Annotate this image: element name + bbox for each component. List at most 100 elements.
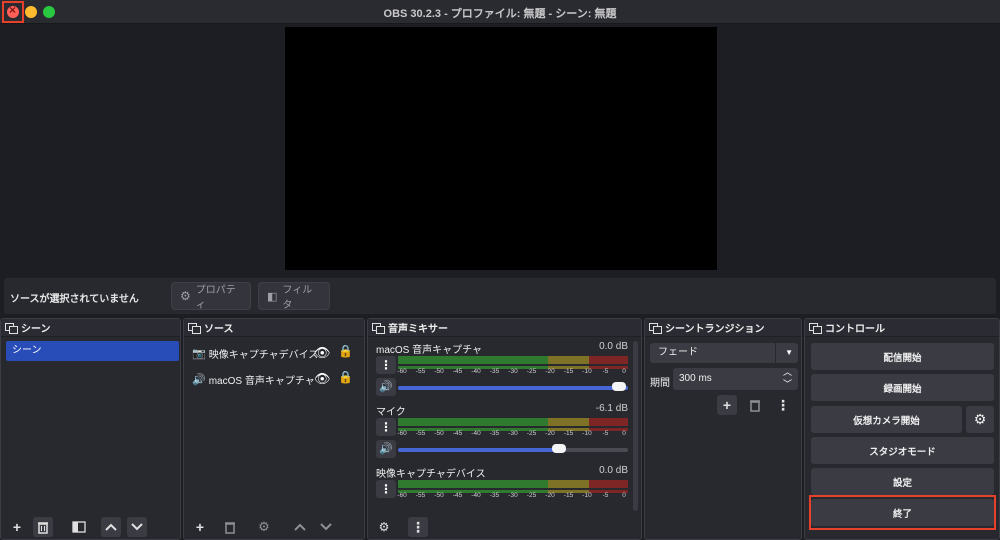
source-properties-button[interactable]: ⚙ [254, 517, 274, 537]
move-source-up-button[interactable] [290, 517, 310, 537]
meter-scale-label: -20 [545, 368, 555, 375]
transitions-toolbar: + ⋮ [717, 395, 793, 415]
meter-scale-label: -25 [526, 368, 537, 375]
start-streaming-button[interactable]: 配信開始 [811, 343, 994, 370]
context-bar: ソースが選択されていません ⚙ プロパティ ◧ フィルタ [4, 278, 996, 314]
filter-icon: ◧ [267, 290, 278, 303]
chevron-up-icon [105, 523, 117, 531]
meter-scale-label: -60 [397, 430, 407, 437]
channel-name: 映像キャプチャデバイス [376, 469, 486, 480]
channel-db-readout: 0.0 dB [599, 341, 628, 352]
mute-button[interactable]: 🔊 [376, 378, 396, 396]
channel-menu-button[interactable]: ⋮ [376, 356, 396, 374]
studio-mode-button[interactable]: スタジオモード [811, 437, 994, 464]
mixer-scrollbar[interactable] [633, 341, 638, 511]
source-item-video-capture[interactable]: 📷 映像キャプチャデバイス 👁 🔒 [192, 343, 353, 363]
volume-meter [398, 418, 628, 426]
meter-scale-label: -35 [489, 368, 500, 375]
move-scene-up-button[interactable] [101, 517, 121, 537]
filters-button[interactable]: ◧ フィルタ [258, 282, 330, 311]
meter-scale-label: -10 [582, 368, 592, 375]
meter-scale-label: -40 [471, 430, 481, 437]
speaker-icon: 🔊 [192, 373, 206, 386]
start-virtual-camera-button[interactable]: 仮想カメラ開始 [811, 406, 962, 433]
add-source-button[interactable]: + [190, 517, 210, 537]
properties-button[interactable]: ⚙ プロパティ [171, 282, 251, 311]
trash-icon [750, 399, 760, 412]
settings-button[interactable]: 設定 [811, 468, 994, 495]
meter-scale-label: -55 [415, 368, 426, 375]
chevron-down-icon: ▼ [785, 348, 793, 357]
add-scene-button[interactable]: + [7, 517, 27, 537]
dock-float-icon[interactable] [809, 322, 822, 334]
meter-scale-label: -35 [489, 430, 500, 437]
meter-scale-label: -15 [563, 430, 574, 437]
meter-scale-label: -50 [434, 492, 444, 499]
controls-dock-header: コントロール [805, 319, 999, 337]
source-item-macos-audio[interactable]: 🔊 macOS 音声キャプチャ 👁 🔒 [192, 369, 353, 389]
controls-dock: コントロール 配信開始 録画開始 仮想カメラ開始 ⚙ スタジオモード 設定 終了 [804, 318, 1000, 540]
meter-scale-label: -25 [526, 430, 537, 437]
scenes-dock: シーン シーン + [0, 318, 181, 540]
remove-source-button[interactable] [220, 517, 240, 537]
meter-scale-label: -10 [582, 430, 592, 437]
channel-name: マイク [376, 407, 406, 418]
dock-float-icon[interactable] [372, 322, 385, 334]
dock-float-icon[interactable] [188, 322, 201, 334]
scene-list-item[interactable]: シーン [6, 341, 179, 361]
dock-float-icon[interactable] [649, 322, 662, 334]
sources-dock: ソース 📷 映像キャプチャデバイス 👁 🔒 🔊 macOS 音声キャプチャ 👁 … [183, 318, 365, 540]
mixer-menu-button[interactable]: ⋮ [408, 517, 428, 537]
no-selection-label: ソースが選択されていません [10, 294, 139, 305]
title-bar: OBS 30.2.3 - プロファイル: 無題 - シーン: 無題 [0, 0, 1000, 24]
move-scene-down-button[interactable] [127, 517, 147, 537]
mixer-channel: マイク -6.1 dB ⋮ -60 -55 -50 -45 -40 -35 -30 -25 -2… [372, 403, 630, 465]
chevron-up-icon [294, 523, 306, 531]
meter-scale-label: -30 [508, 430, 518, 437]
spinner-arrows-icon[interactable]: ︿ ﹀ [783, 366, 792, 390]
transition-selected: フェード [658, 347, 698, 358]
scenes-title: シーン [21, 324, 51, 335]
speaker-icon: 🔊 [379, 443, 393, 455]
dock-float-icon[interactable] [5, 322, 18, 334]
volume-slider[interactable] [398, 382, 628, 391]
preview-canvas[interactable] [285, 27, 717, 270]
duration-input[interactable]: 300 ms ︿ ﹀ [673, 366, 798, 390]
channel-menu-button[interactable]: ⋮ [376, 418, 396, 436]
chevron-down-icon [131, 523, 143, 531]
volume-slider[interactable] [398, 444, 628, 453]
virtual-camera-settings-button[interactable]: ⚙ [966, 406, 994, 433]
channel-menu-button[interactable]: ⋮ [376, 480, 396, 498]
add-transition-button[interactable]: + [717, 395, 737, 415]
plus-icon: + [195, 519, 205, 535]
start-recording-button[interactable]: 録画開始 [811, 374, 994, 401]
meter-scale: -60 -55 -50 -45 -40 -35 -30 -25 -20 -15 -10 -5 0 [397, 368, 628, 378]
visibility-eye-icon[interactable]: 👁 [314, 371, 331, 387]
transition-menu-button[interactable]: ⋮ [773, 395, 793, 415]
meter-scale-label: -45 [452, 430, 463, 437]
meter-scale-label: -5 [602, 368, 609, 375]
transitions-dock-header: シーントランジション [645, 319, 801, 337]
transition-select[interactable]: フェード ▼ [650, 343, 798, 363]
volume-slider-handle[interactable] [552, 444, 567, 453]
remove-scene-button[interactable] [33, 517, 53, 537]
meter-scale-label: -5 [602, 430, 609, 437]
visibility-eye-icon[interactable]: 👁 [314, 345, 331, 361]
mixer-dock-header: 音声ミキサー [368, 319, 641, 337]
volume-slider-handle[interactable] [611, 382, 626, 391]
scene-filters-button[interactable] [69, 517, 89, 537]
meter-scale-label: -40 [471, 368, 481, 375]
lock-icon[interactable]: 🔒 [338, 370, 353, 384]
volume-meter [398, 480, 628, 488]
lock-icon[interactable]: 🔒 [338, 344, 353, 358]
mute-button[interactable]: 🔊 [376, 440, 396, 458]
duration-label: 期間 [650, 378, 670, 389]
meter-scale-label: -20 [545, 492, 555, 499]
gear-icon: ⚙ [180, 289, 191, 303]
meter-scale-label: -50 [434, 368, 444, 375]
advanced-audio-button[interactable]: ⚙ [374, 517, 394, 537]
vertical-dots-icon: ⋮ [380, 482, 392, 496]
move-source-down-button[interactable] [316, 517, 336, 537]
remove-transition-button[interactable] [745, 395, 765, 415]
meter-scale: -60 -55 -50 -45 -40 -35 -30 -25 -20 -15 -10 -5 0 [397, 492, 628, 502]
